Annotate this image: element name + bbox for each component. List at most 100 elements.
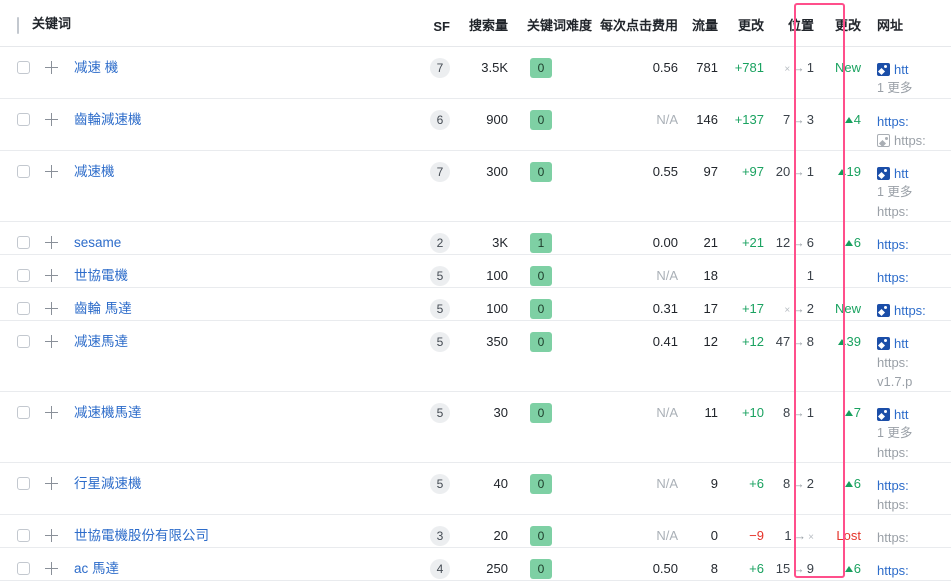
column-header-keyword[interactable]: 关键词 [0,0,420,47]
row-checkbox[interactable] [17,235,30,249]
table-row[interactable]: 减速 機 7 3.5K 0 0.56 781 +781 × → 1 New htt 1 更多 [0,46,951,99]
arrow-up-icon [844,565,853,572]
row-checkbox[interactable] [17,60,30,74]
keyword-link[interactable]: ac 馬達 [74,561,119,577]
url-link[interactable]: htt [894,62,908,77]
traffic-change-value: +12 [741,333,764,349]
keyword-link[interactable]: 减速馬達 [74,334,128,350]
position-from: 47 [775,333,791,349]
column-header-volume[interactable]: 搜索量 [458,0,516,47]
row-checkbox[interactable] [17,528,30,542]
table-row[interactable]: ac 馬達 4 250 0 0.50 8 +6 15 → 9 6 https: [0,547,951,581]
url-link[interactable]: htt [894,407,908,422]
url-line: https: [877,528,951,547]
add-keyword-icon[interactable] [43,235,61,251]
table-row[interactable]: sesame 2 3K 1 0.00 21 +21 12 → 6 6 https: [0,221,951,255]
cell-sf: 5 [420,462,458,515]
column-header-position[interactable]: 位置 [772,0,824,47]
url-line: v1.7.p [877,372,951,391]
table-row[interactable]: 减速機 7 300 0 0.55 97 +97 20 → 1 19 htt 1 更多 https: [0,150,951,222]
more-urls-label[interactable]: 1 更多 [877,79,951,98]
row-checkbox[interactable] [17,561,30,575]
column-header-position-change[interactable]: 更改 [824,0,869,47]
column-header-url[interactable]: 网址 [869,0,951,47]
table-row[interactable]: 行星減速機 5 40 0 N/A 9 +6 8 → 2 6 https: https: [0,462,951,515]
url-link[interactable]: htt [894,166,908,181]
url-line: https: [877,268,951,287]
table-row[interactable]: 减速馬達 5 350 0 0.41 12 +12 47 → 8 39 htt https: v1.7.p [0,320,951,392]
more-urls-label[interactable]: 1 更多 [877,424,951,443]
table-row[interactable]: 世協電機股份有限公司 3 20 0 N/A 0 −9 1 → × Lost https: [0,514,951,548]
keyword-link[interactable]: 减速機馬達 [74,405,142,421]
row-checkbox[interactable] [17,405,30,419]
cpc-value: 0.31 [652,300,678,316]
add-keyword-icon[interactable] [43,334,61,350]
table-row[interactable]: 减速機馬達 5 30 0 N/A 11 +10 8 → 1 7 htt 1 更多 https: [0,391,951,463]
position-pair: 47 → 8 [775,333,814,349]
position-pair: × → 1 [784,60,814,75]
cell-traffic: 0 [686,514,726,548]
url-link[interactable]: https: [877,114,909,129]
cell-volume: 3K [458,221,516,255]
url-link[interactable]: https: [877,237,909,252]
keyword-link[interactable]: 齒輪減速機 [74,112,142,128]
add-keyword-icon[interactable] [43,561,61,577]
keyword-link[interactable]: 减速機 [74,164,115,180]
add-keyword-icon[interactable] [43,164,61,180]
table-row[interactable]: 世協電機 5 100 0 N/A 18 1 https: [0,254,951,288]
url-text: https: [877,354,909,370]
keyword-rankings-table: 关键词 SF 搜索量 关键词难度 每次点击费用 流量 更改 位置 更改 网址 减… [0,0,951,581]
table-row[interactable]: 齒輪 馬達 5 100 0 0.31 17 +17 × → 2 New https: [0,287,951,321]
add-keyword-icon[interactable] [43,476,61,492]
column-header-keyword-difficulty[interactable]: 关键词难度 [516,0,600,47]
more-urls-label[interactable]: 1 更多 [877,183,951,202]
keyword-link[interactable]: 齒輪 馬達 [74,301,132,317]
column-header-traffic[interactable]: 流量 [686,0,726,47]
select-all-checkbox[interactable] [17,16,19,34]
position-change-status: New [834,59,861,75]
cell-keyword-difficulty: 0 [516,254,600,288]
cell-keyword: 行星減速機 [0,462,420,515]
keyword-link[interactable]: sesame [74,235,121,251]
volume-value: 350 [486,333,508,349]
row-checkbox[interactable] [17,301,30,315]
position-arrow-icon: → [793,528,807,543]
add-keyword-icon[interactable] [43,268,61,284]
position-pair: 8 → 2 [783,476,814,491]
column-header-traffic-change[interactable]: 更改 [726,0,772,47]
row-checkbox[interactable] [17,164,30,178]
header-row: 关键词 SF 搜索量 关键词难度 每次点击费用 流量 更改 位置 更改 网址 [0,0,951,47]
url-link[interactable]: https: [877,270,909,285]
url-line: htt [877,164,951,183]
row-checkbox[interactable] [17,476,30,490]
position-change-value: 39 [837,334,861,349]
url-link[interactable]: https: [877,478,909,493]
url-line: https: [877,235,951,254]
add-keyword-icon[interactable] [43,112,61,128]
row-checkbox[interactable] [17,112,30,126]
table-row[interactable]: 齒輪減速機 6 900 0 N/A 146 +137 7 → 3 4 https: https: [0,98,951,151]
column-header-sf[interactable]: SF [420,0,458,47]
row-checkbox[interactable] [17,268,30,282]
keyword-link[interactable]: 减速 機 [74,60,118,76]
position-from: 12 [775,234,791,250]
add-keyword-icon[interactable] [43,301,61,317]
url-link[interactable]: https: [877,563,909,578]
keyword-link[interactable]: 行星減速機 [74,476,142,492]
cell-traffic: 17 [686,287,726,321]
keyword-link[interactable]: 世協電機 [74,268,128,284]
keyword-link[interactable]: 世協電機股份有限公司 [74,528,209,544]
cell-traffic: 18 [686,254,726,288]
add-keyword-icon[interactable] [43,528,61,544]
url-link[interactable]: https: [894,303,926,318]
position-to: 1 [806,267,814,283]
position-pair: 20 → 1 [776,164,814,179]
column-header-cpc[interactable]: 每次点击费用 [600,0,686,47]
url-link[interactable]: htt [894,336,908,351]
cell-keyword: 减速馬達 [0,320,420,392]
position-pair: 8 → 1 [783,405,814,420]
kd-badge: 0 [530,402,552,423]
add-keyword-icon[interactable] [43,60,61,76]
add-keyword-icon[interactable] [43,405,61,421]
row-checkbox[interactable] [17,334,30,348]
